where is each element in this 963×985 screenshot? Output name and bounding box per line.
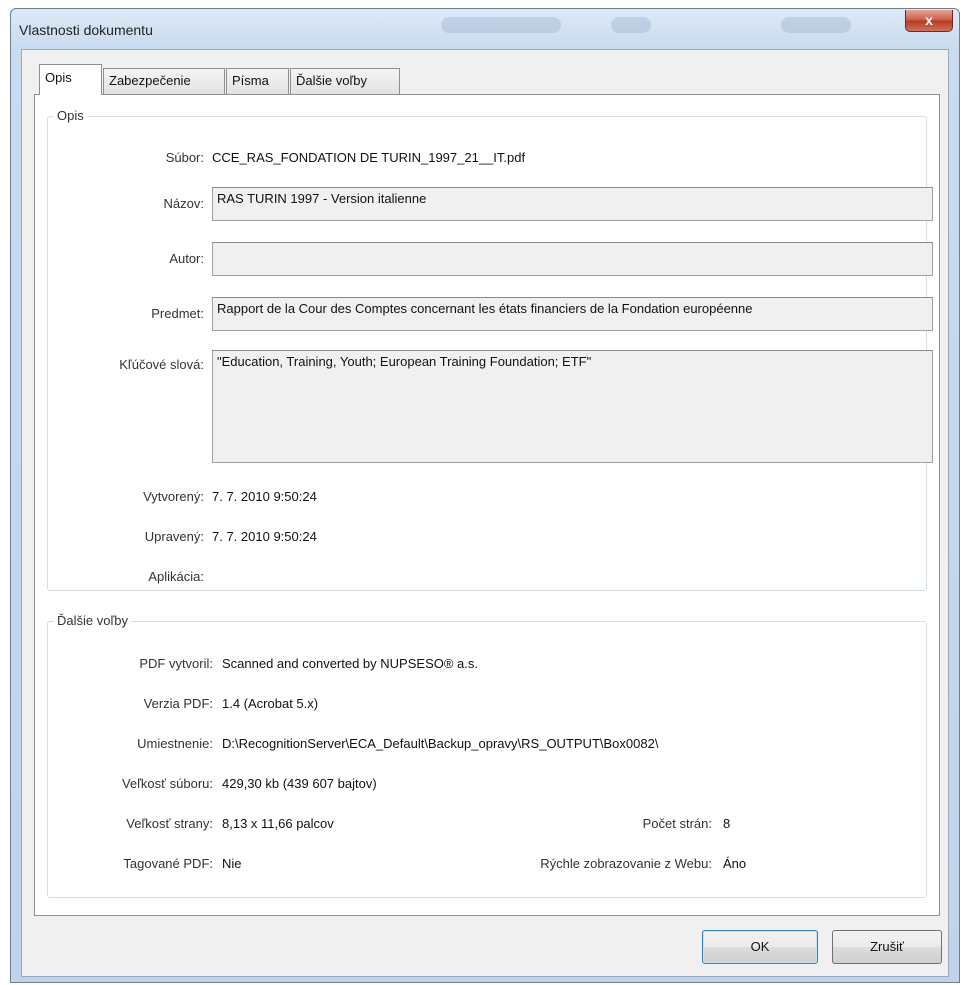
pdf-vytvoril-value: Scanned and converted by NUPSESO® a.s. xyxy=(222,656,478,671)
aplikacia-label: Aplikácia: xyxy=(148,569,204,584)
nazov-label: Názov: xyxy=(163,196,204,211)
tab-opis[interactable]: Opis xyxy=(39,64,102,95)
opis-group: Opis Súbor: CCE_RAS_FONDATION DE TURIN_1… xyxy=(47,108,933,591)
tagovane-pdf-value: Nie xyxy=(222,856,242,871)
upraveny-label: Upravený: xyxy=(144,529,204,544)
velkost-strany-value: 8,13 x 11,66 palcov xyxy=(222,816,334,831)
pocet-stran-label: Počet strán: xyxy=(642,816,712,831)
tab-zabezpecenie[interactable]: Zabezpečenie xyxy=(103,68,225,94)
predmet-field[interactable]: Rapport de la Cour des Comptes concernan… xyxy=(212,297,933,331)
cancel-button-label: Zrušiť xyxy=(870,939,904,954)
dalsie-volby-group: Ďalšie voľby PDF vytvoril: Scanned and c… xyxy=(47,613,927,898)
ok-button-label: OK xyxy=(750,939,770,954)
verzia-pdf-value: 1.4 (Acrobat 5.x) xyxy=(222,696,319,711)
pocet-stran-value: 8 xyxy=(723,816,731,831)
title-bar-blur xyxy=(441,17,561,33)
predmet-label: Predmet: xyxy=(151,306,204,321)
tab-panel-opis: Opis Súbor: CCE_RAS_FONDATION DE TURIN_1… xyxy=(34,94,940,916)
tab-label: Opis xyxy=(45,70,72,85)
umiestnenie-label: Umiestnenie: xyxy=(137,736,213,751)
klucove-slova-value: "Education, Training, Youth; European Tr… xyxy=(217,354,592,369)
vytvoreny-label: Vytvorený: xyxy=(143,489,204,504)
close-icon: x xyxy=(925,12,933,28)
predmet-value: Rapport de la Cour des Comptes concernan… xyxy=(217,301,753,316)
subor-value: CCE_RAS_FONDATION DE TURIN_1997_21__IT.p… xyxy=(212,150,526,165)
title-bar-blur xyxy=(781,17,851,33)
velkost-strany-label: Veľkosť strany: xyxy=(126,816,213,831)
tab-label: Zabezpečenie xyxy=(109,73,191,88)
close-button[interactable]: x xyxy=(905,10,953,32)
tab-label: Písma xyxy=(232,73,269,88)
upraveny-value: 7. 7. 2010 9:50:24 xyxy=(212,529,317,544)
subor-label: Súbor: xyxy=(165,150,204,165)
nazov-value: RAS TURIN 1997 - Version italienne xyxy=(217,191,427,206)
dialog-client-area: Opis Zabezpečenie Písma Ďalšie voľby Opi… xyxy=(21,49,949,977)
velkost-suboru-value: 429,30 kb (439 607 bajtov) xyxy=(222,776,377,791)
opis-group-title: Opis xyxy=(54,108,87,123)
window-title: Vlastnosti dokumentu xyxy=(19,22,153,38)
klucove-slova-field[interactable]: "Education, Training, Youth; European Tr… xyxy=(212,350,933,463)
tab-dalsie-volby[interactable]: Ďalšie voľby xyxy=(290,68,400,94)
rychle-zobrazovanie-value: Áno xyxy=(723,856,747,871)
document-properties-window: Vlastnosti dokumentu x Opis Zabezpečenie… xyxy=(10,8,960,983)
nazov-field[interactable]: RAS TURIN 1997 - Version italienne xyxy=(212,187,933,221)
autor-label: Autor: xyxy=(169,251,204,266)
dalsie-volby-group-title: Ďalšie voľby xyxy=(54,613,131,628)
pdf-vytvoril-label: PDF vytvoril: xyxy=(139,656,213,671)
title-bar[interactable]: Vlastnosti dokumentu x xyxy=(11,9,959,49)
klucove-slova-label: Kľúčové slová: xyxy=(119,357,204,372)
tagovane-pdf-label: Tagované PDF: xyxy=(123,856,213,871)
rychle-zobrazovanie-label: Rýchle zobrazovanie z Webu: xyxy=(540,856,712,871)
title-bar-blur xyxy=(611,17,651,33)
tab-pisma[interactable]: Písma xyxy=(226,68,289,94)
umiestnenie-value: D:\RecognitionServer\ECA_Default\Backup_… xyxy=(222,736,659,751)
velkost-suboru-label: Veľkosť súboru: xyxy=(121,776,213,791)
cancel-button[interactable]: Zrušiť xyxy=(832,930,942,964)
tab-label: Ďalšie voľby xyxy=(296,73,367,88)
verzia-pdf-label: Verzia PDF: xyxy=(143,696,213,711)
ok-button[interactable]: OK xyxy=(702,930,818,964)
vytvoreny-value: 7. 7. 2010 9:50:24 xyxy=(212,489,317,504)
autor-field[interactable] xyxy=(212,242,933,276)
